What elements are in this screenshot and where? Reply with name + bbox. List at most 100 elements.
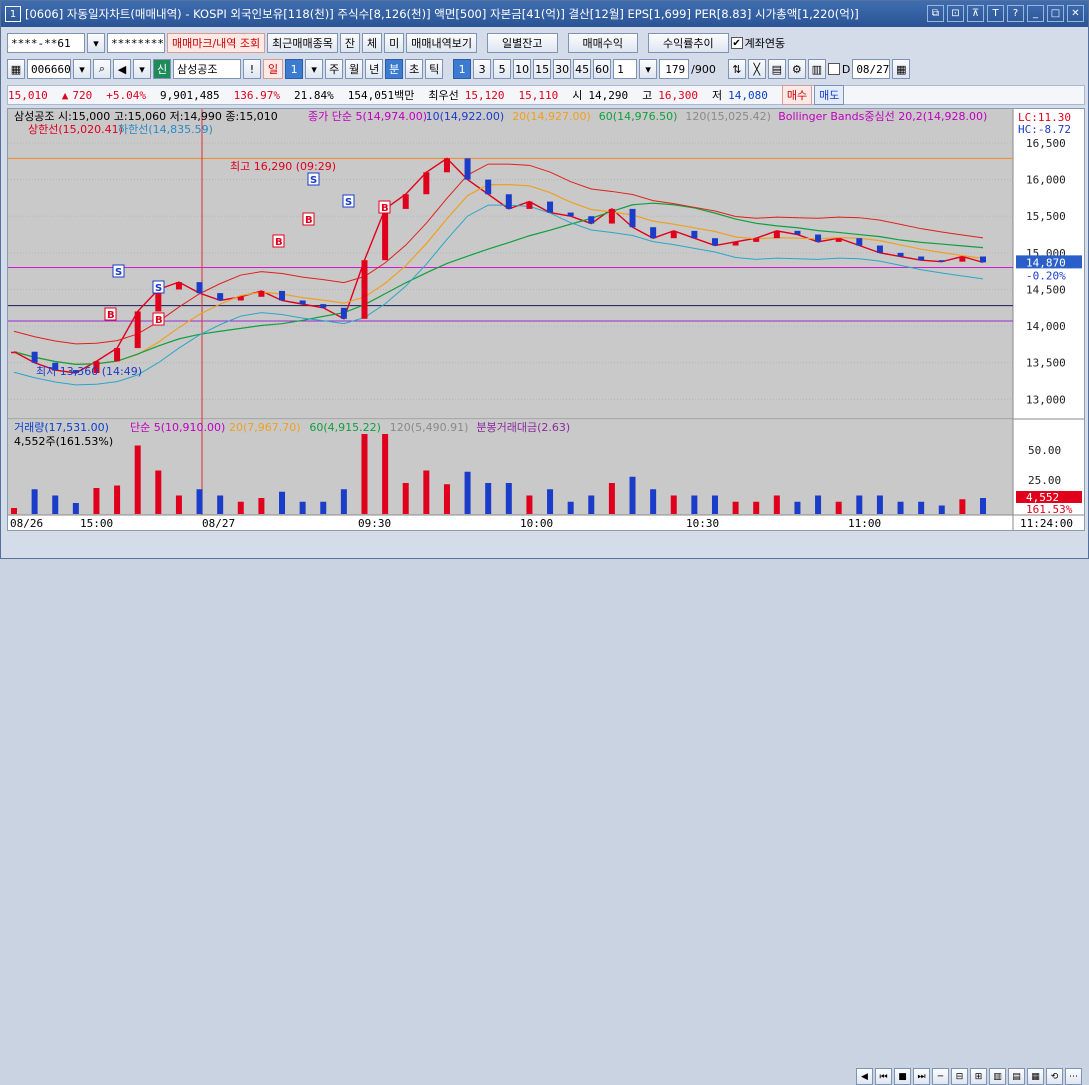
date-checkbox[interactable]	[827, 63, 840, 75]
recent-trades-button[interactable]: 최근매매종목	[267, 33, 338, 53]
interval-button-15[interactable]: 15	[533, 59, 552, 79]
period-button-2[interactable]: 년	[365, 59, 384, 79]
period-button-4[interactable]: 초	[405, 59, 424, 79]
grid-icon[interactable]: ▦	[1027, 1068, 1044, 1085]
candle	[608, 208, 615, 224]
trade-mark-query-button[interactable]: 매매마크/내역 조회	[167, 33, 266, 53]
last-icon[interactable]: ⏭	[913, 1068, 930, 1085]
search-icon[interactable]: ⌕	[93, 59, 111, 79]
help-icon[interactable]: ?	[1007, 5, 1024, 22]
close-icon[interactable]: ✕	[1067, 5, 1084, 22]
period-button-0[interactable]: 주	[325, 59, 344, 79]
volume-bar	[340, 489, 347, 514]
password-input[interactable]: ********	[107, 33, 165, 53]
menu-dropdown-icon[interactable]: ▾	[133, 59, 151, 79]
calendar-icon[interactable]: ▦	[892, 59, 911, 79]
pin-icon[interactable]: ⊼	[967, 5, 984, 22]
volume-bar	[732, 501, 739, 514]
volume-bar	[505, 483, 512, 514]
reset-icon[interactable]: ⟲	[1046, 1068, 1063, 1085]
volume-bar	[711, 495, 718, 514]
chart-toolbar: ▦ 006660 ▾ ⌕ ◀ ▾ 신 삼성공조 ! 일 1 ▾ 주월년분초틱 1…	[7, 58, 911, 80]
executed-button[interactable]: 체	[362, 33, 383, 53]
interval-button-30[interactable]: 30	[553, 59, 572, 79]
volume-bar	[217, 495, 224, 514]
code-dropdown-button[interactable]: ▾	[73, 59, 91, 79]
volume-bar	[93, 488, 100, 514]
first-icon[interactable]: ⏮	[875, 1068, 892, 1085]
trade-profit-button[interactable]: 매매수익	[567, 33, 638, 53]
save-icon[interactable]: ▤	[767, 59, 786, 79]
volume-bar	[856, 495, 863, 514]
date-label: D	[841, 62, 851, 76]
bar-icon[interactable]: ▥	[989, 1068, 1006, 1085]
minimize-icon[interactable]: _	[1027, 5, 1044, 22]
daily-balance-button[interactable]: 일별잔고	[487, 33, 558, 53]
candle	[938, 260, 945, 262]
zoom-slider[interactable]: ─	[932, 1068, 949, 1085]
interval-dropdown[interactable]: ▾	[639, 59, 658, 79]
volume-bar	[402, 483, 409, 514]
candle-icon[interactable]: ▤	[1008, 1068, 1025, 1085]
count-total: /900	[691, 62, 716, 76]
chart-area[interactable]: 16,500 16,000 15,500 15,000 14,500 14,000 13,5…	[7, 108, 1085, 531]
period-button-5[interactable]: 틱	[425, 59, 444, 79]
volume-bar	[897, 501, 904, 514]
candle	[959, 256, 966, 262]
date-input[interactable]: 08/27	[852, 59, 891, 79]
account-input[interactable]: ****-**61	[7, 33, 85, 53]
interval-button-5[interactable]: 5	[493, 59, 512, 79]
interval-button-3[interactable]: 3	[473, 59, 492, 79]
zoom-in-icon[interactable]: ⊞	[970, 1068, 987, 1085]
volume-bar	[773, 495, 780, 514]
interval-value-input[interactable]: 1	[613, 59, 638, 79]
stock-code-input[interactable]: 006660	[27, 59, 71, 79]
volume-bar	[31, 489, 38, 514]
gear-icon[interactable]: ⚙	[787, 59, 806, 79]
current-price: 15,010	[8, 88, 48, 102]
restore-icon[interactable]: ⧉	[927, 5, 944, 22]
interval-button-45[interactable]: 45	[573, 59, 592, 79]
interval-button-10[interactable]: 10	[513, 59, 532, 79]
period-day-button[interactable]: 일	[263, 59, 284, 79]
volume-header: 거래량(17,531.00)	[14, 421, 109, 434]
layout-icon[interactable]: ▦	[7, 59, 25, 79]
interval-button-1[interactable]: 1	[453, 59, 472, 79]
volume-ma-legend-1: 20(7,967.70)	[229, 421, 301, 434]
interval-button-60[interactable]: 60	[593, 59, 612, 79]
account-link-checkbox[interactable]: ✔	[730, 37, 743, 49]
drawing-tool-icon[interactable]: ⇅	[727, 59, 746, 79]
candle	[134, 311, 141, 349]
title-bar: 1 [0606] 자동일자차트(매매내역) - KOSPI 외국인보유[118(…	[1, 1, 1088, 27]
candle	[897, 252, 904, 257]
account-dropdown-button[interactable]: ▾	[87, 33, 105, 53]
count-input[interactable]: 179	[659, 59, 690, 79]
link-icon[interactable]: ⊡	[947, 5, 964, 22]
crosshair-icon[interactable]: ╳	[747, 59, 766, 79]
period-button-3[interactable]: 분	[385, 59, 404, 79]
volume-bar	[876, 495, 883, 514]
text-icon[interactable]: T	[987, 5, 1004, 22]
balance-button[interactable]: 잔	[339, 33, 361, 53]
trade-history-button[interactable]: 매매내역보기	[406, 33, 478, 53]
stop-icon[interactable]: ■	[894, 1068, 911, 1085]
period-button-1[interactable]: 월	[345, 59, 364, 79]
more-icon[interactable]: ⋯	[1065, 1068, 1082, 1085]
unfilled-button[interactable]: 미	[384, 33, 405, 53]
volume-bar	[608, 483, 615, 514]
alert-icon[interactable]: !	[243, 59, 261, 79]
prev-icon[interactable]: ◀	[856, 1068, 873, 1085]
profit-rate-button[interactable]: 수익률추이	[647, 33, 729, 53]
volume-bar	[629, 476, 636, 514]
split-icon[interactable]: ▥	[807, 59, 826, 79]
candle	[670, 230, 677, 239]
buy-button[interactable]: 매수	[781, 85, 813, 105]
x-axis-label: 08/27	[202, 517, 235, 530]
chevron-down-icon: ▾	[79, 62, 85, 76]
zoom-out-icon[interactable]: ⊟	[951, 1068, 968, 1085]
sell-button[interactable]: 매도	[814, 85, 845, 105]
period-day-count[interactable]: 1	[285, 59, 304, 79]
period-dropdown[interactable]: ▾	[305, 59, 324, 79]
maximize-icon[interactable]: □	[1047, 5, 1064, 22]
speaker-icon[interactable]: ◀	[113, 59, 131, 79]
